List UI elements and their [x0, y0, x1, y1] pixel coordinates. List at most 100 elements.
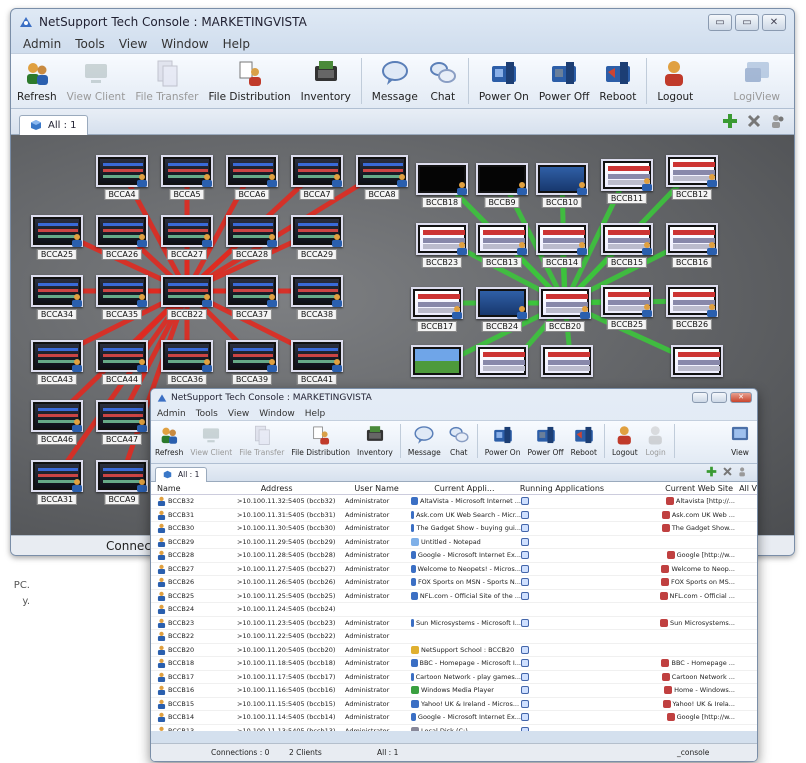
add-icon[interactable]	[722, 113, 738, 129]
add-icon[interactable]	[706, 466, 717, 477]
chat-button[interactable]: Chat	[428, 58, 458, 103]
client-label[interactable]: BCCB20	[544, 321, 586, 332]
table-row[interactable]: BCCB22 >10.100.11.22:5405 (bccb22) Adminis…	[151, 630, 757, 644]
client-label[interactable]: BCCA29	[296, 249, 338, 260]
power-off-button[interactable]: Power Off	[539, 58, 589, 103]
client-thumbnail[interactable]	[536, 223, 588, 255]
column-header-username[interactable]: User Name	[344, 484, 410, 493]
table-row[interactable]: BCCB13 >10.100.11.13:5405 (bccb13) Adminis…	[151, 725, 757, 731]
column-header-web-site[interactable]: Current Web Site	[620, 484, 740, 493]
client-label[interactable]: BCCA36	[166, 374, 208, 385]
maximize-button[interactable]: ▭	[735, 14, 759, 31]
client-thumbnail[interactable]	[666, 155, 718, 187]
tab-all[interactable]: All : 1	[155, 466, 208, 482]
client-label[interactable]: BCCB9	[484, 197, 520, 208]
client-thumbnail[interactable]	[96, 155, 148, 187]
client-label[interactable]: BCCB23	[421, 257, 463, 268]
client-thumbnail[interactable]	[476, 223, 528, 255]
client-label[interactable]: BCCA31	[36, 494, 78, 505]
client-label[interactable]: BCCB18	[421, 197, 463, 208]
table-row[interactable]: BCCB26 >10.100.11.26:5405 (bccb26) Adminis…	[151, 576, 757, 590]
reboot-button[interactable]: Reboot	[571, 424, 597, 457]
client-thumbnail[interactable]	[476, 345, 528, 377]
client-thumbnail[interactable]	[291, 155, 343, 187]
menu-view[interactable]: View	[119, 37, 147, 51]
view-client-button[interactable]: View Client	[67, 58, 125, 103]
client-label[interactable]: BCCA5	[169, 189, 205, 200]
client-thumbnail[interactable]	[161, 275, 213, 307]
menu-tools[interactable]: Tools	[75, 37, 105, 51]
client-thumbnail[interactable]	[161, 155, 213, 187]
client-thumbnail[interactable]	[601, 285, 653, 317]
client-thumbnail[interactable]	[31, 340, 83, 372]
client-label[interactable]: BCCA26	[101, 249, 143, 260]
table-row[interactable]: BCCB28 >10.100.11.28:5405 (bccb28) Adminis…	[151, 549, 757, 563]
client-label[interactable]: BCCA28	[231, 249, 273, 260]
table-row[interactable]: BCCB18 >10.100.11.18:5405 (bccb18) Adminis…	[151, 657, 757, 671]
client-label[interactable]: BCCA9	[104, 494, 140, 505]
menu-help[interactable]: Help	[305, 409, 326, 419]
client-label[interactable]: BCCA44	[101, 374, 143, 385]
delete-icon[interactable]	[746, 113, 762, 129]
login-button[interactable]: Login	[645, 424, 667, 457]
client-thumbnail[interactable]	[96, 275, 148, 307]
logout-button[interactable]: Logout	[657, 58, 693, 103]
client-label[interactable]: BCCA38	[296, 309, 338, 320]
inventory-button[interactable]: Inventory	[301, 58, 351, 103]
menu-admin[interactable]: Admin	[23, 37, 61, 51]
logout-button[interactable]: Logout	[612, 424, 638, 457]
client-thumbnail[interactable]	[226, 340, 278, 372]
menu-window[interactable]: Window	[259, 409, 295, 419]
client-thumbnail[interactable]	[291, 215, 343, 247]
client-label[interactable]: BCCB10	[541, 197, 583, 208]
client-thumbnail[interactable]	[671, 345, 723, 377]
client-thumbnail[interactable]	[416, 163, 468, 195]
client-label[interactable]: BCCA47	[101, 434, 143, 445]
menu-window[interactable]: Window	[161, 37, 208, 51]
message-button[interactable]: Message	[408, 424, 441, 457]
client-thumbnail[interactable]	[291, 340, 343, 372]
client-thumbnail[interactable]	[601, 223, 653, 255]
view-button[interactable]: View	[729, 424, 751, 457]
client-thumbnail[interactable]	[31, 400, 83, 432]
table-row[interactable]: BCCB17 >10.100.11.17:5405 (bccb17) Adminis…	[151, 671, 757, 684]
column-header-current-app[interactable]: Current Appli...	[410, 484, 520, 493]
table-row[interactable]: BCCB16 >10.100.11.16:5405 (bccb16) Adminis…	[151, 684, 757, 698]
client-label[interactable]: BCCA39	[231, 374, 273, 385]
view-client-button[interactable]: View Client	[190, 424, 232, 457]
menu-view[interactable]: View	[228, 409, 249, 419]
logiview-button[interactable]: LogiView	[733, 58, 780, 103]
client-thumbnail[interactable]	[416, 223, 468, 255]
client-label[interactable]: BCCB22	[166, 309, 208, 320]
client-label[interactable]: BCCA37	[231, 309, 273, 320]
chat-button[interactable]: Chat	[448, 424, 470, 457]
users-icon[interactable]	[738, 466, 749, 477]
maximize-button[interactable]	[711, 392, 727, 403]
client-label[interactable]: BCCB25	[606, 319, 648, 330]
client-label[interactable]: BCCA46	[36, 434, 78, 445]
client-label[interactable]: BCCB14	[541, 257, 583, 268]
file-distribution-button[interactable]: File Distribution	[291, 424, 350, 457]
client-thumbnail[interactable]	[226, 215, 278, 247]
power-off-button[interactable]: Power Off	[527, 424, 564, 457]
client-label[interactable]: BCCB12	[671, 189, 713, 200]
client-thumbnail[interactable]	[601, 159, 653, 191]
client-thumbnail[interactable]	[226, 275, 278, 307]
client-thumbnail[interactable]	[539, 287, 591, 319]
client-thumbnail[interactable]	[666, 223, 718, 255]
delete-icon[interactable]	[722, 466, 733, 477]
client-thumbnail[interactable]	[541, 345, 593, 377]
table-row[interactable]: BCCB20 >10.100.11.20:5405 (bccb20) Adminis…	[151, 644, 757, 657]
message-button[interactable]: Message	[372, 58, 418, 103]
refresh-button[interactable]: Refresh	[17, 58, 57, 103]
client-thumbnail[interactable]	[96, 460, 148, 492]
power-on-button[interactable]: Power On	[485, 424, 520, 457]
column-header-address[interactable]: Address	[233, 484, 345, 493]
client-label[interactable]: BCCB17	[416, 321, 458, 332]
client-thumbnail[interactable]	[31, 460, 83, 492]
inventory-button[interactable]: Inventory	[357, 424, 393, 457]
client-label[interactable]: BCCB16	[671, 257, 713, 268]
menu-help[interactable]: Help	[223, 37, 250, 51]
close-button[interactable]: ✕	[730, 392, 752, 403]
client-label[interactable]: BCCA6	[234, 189, 270, 200]
